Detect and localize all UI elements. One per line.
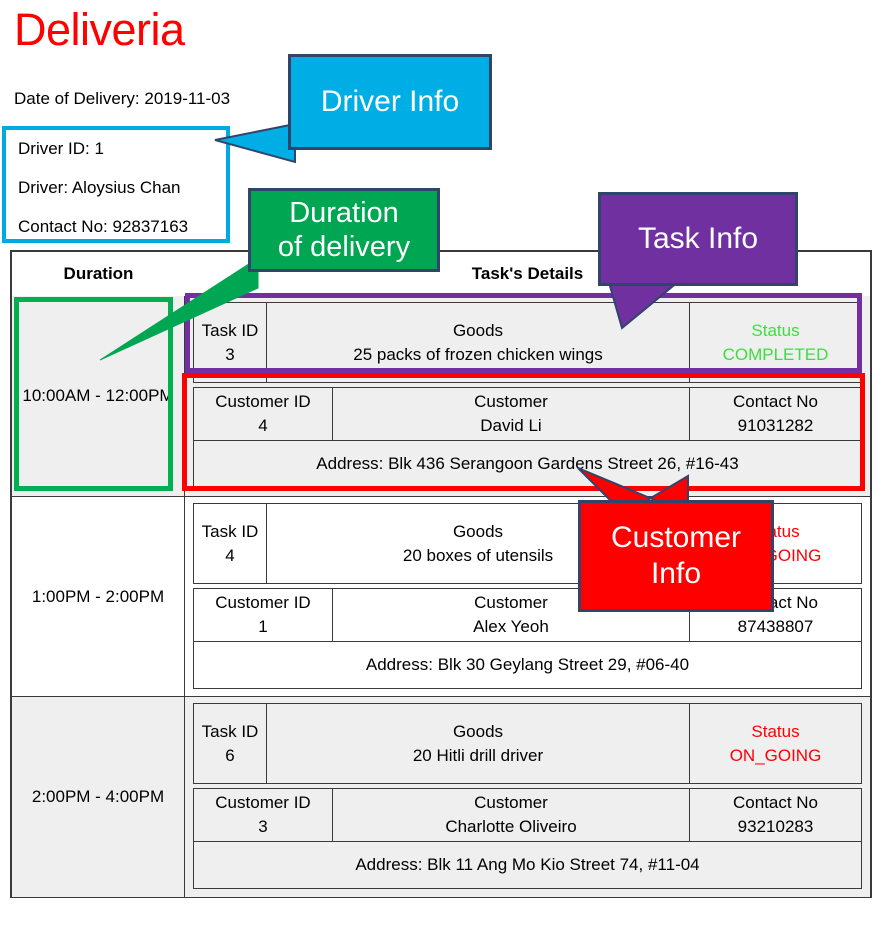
customer-value: Charlotte Oliveiro xyxy=(445,817,577,836)
customer-subtable: Customer ID 3 Customer Charlotte Oliveir… xyxy=(193,788,862,889)
customer-header: Customer xyxy=(474,593,548,612)
callout-task-info: Task Info xyxy=(598,192,798,286)
customer-value: Alex Yeoh xyxy=(473,617,549,636)
page-title: Deliveria xyxy=(14,4,185,55)
customer-subtable-row: Customer ID 4 Customer David Li Contact … xyxy=(194,388,861,440)
status-badge: COMPLETED xyxy=(722,344,829,364)
customer-address-row: Address: Blk 30 Geylang Street 29, #06-4… xyxy=(194,641,861,688)
duration-cell: 1:00PM - 2:00PM xyxy=(12,497,185,697)
customer-id-value: 1 xyxy=(258,617,268,636)
customer-subtable-row: Customer ID 3 Customer Charlotte Oliveir… xyxy=(194,789,861,841)
task-details-wrap: Task ID 3 Goods 25 packs of frozen chick… xyxy=(185,296,870,496)
duration-callout-tail xyxy=(99,257,259,361)
contact-no-header: Contact No xyxy=(732,392,819,411)
customer-contact-cell: Contact No 93210283 xyxy=(689,789,861,841)
callout-customer-info-line1: Customer xyxy=(610,521,742,554)
goods-value: 20 Hitli drill driver xyxy=(412,745,544,765)
task-subtable: Task ID 3 Goods 25 packs of frozen chick… xyxy=(193,302,862,383)
customer-name-cell: Customer David Li xyxy=(332,388,689,440)
customer-address-row: Address: Blk 11 Ang Mo Kio Street 74, #1… xyxy=(194,841,861,888)
duration-cell: 2:00PM - 4:00PM xyxy=(12,697,185,897)
goods-header: Goods xyxy=(452,320,504,340)
status-cell: Status COMPLETED xyxy=(689,303,861,382)
driver-info-block: Driver ID: 1 Driver: Aloysius Chan Conta… xyxy=(2,126,230,243)
goods-cell: Goods 20 Hitli drill driver xyxy=(266,704,689,783)
contact-no-value: 91031282 xyxy=(737,416,814,435)
task-details-wrap: Task ID 6 Goods 20 Hitli drill driver St… xyxy=(185,697,870,897)
goods-value: 25 packs of frozen chicken wings xyxy=(353,344,603,364)
callout-duration: Duration of delivery xyxy=(248,188,440,272)
status-badge: ON_GOING xyxy=(729,745,822,765)
task-subtable-row: Task ID 3 Goods 25 packs of frozen chick… xyxy=(194,303,861,382)
goods-header: Goods xyxy=(452,721,504,741)
driver-contact-label: Contact No: 92837163 xyxy=(18,217,189,236)
customer-address-row: Address: Blk 436 Serangoon Gardens Stree… xyxy=(194,440,861,487)
customer-id-header: Customer ID xyxy=(215,593,311,612)
driver-name-label: Driver: Aloysius Chan xyxy=(18,178,181,197)
customer-contact-cell: Contact No 91031282 xyxy=(689,388,861,440)
customer-id-cell: Customer ID 4 xyxy=(194,388,332,440)
address-value: Address: Blk 436 Serangoon Gardens Stree… xyxy=(316,454,739,473)
goods-value: 20 boxes of utensils xyxy=(402,545,554,565)
customer-id-cell: Customer ID 3 xyxy=(194,789,332,841)
address-value: Address: Blk 30 Geylang Street 29, #06-4… xyxy=(365,655,690,674)
task-id-cell: Task ID 4 xyxy=(194,504,266,583)
task-id-header: Task ID xyxy=(201,721,259,741)
task-id-value: 6 xyxy=(225,745,235,765)
status-header: Status xyxy=(751,320,800,340)
callout-duration-line2: of delivery xyxy=(277,231,411,263)
customer-header: Customer xyxy=(474,392,548,411)
status-header: Status xyxy=(751,721,800,741)
contact-no-value: 93210283 xyxy=(737,817,814,836)
callout-task-info-label: Task Info xyxy=(637,222,759,255)
delivery-date-label: Date of Delivery: 2019-11-03 xyxy=(14,89,231,108)
customer-id-header: Customer ID xyxy=(215,793,311,812)
customer-header: Customer xyxy=(474,793,548,812)
callout-duration-line1: Duration xyxy=(289,197,399,229)
task-subtable: Task ID 6 Goods 20 Hitli drill driver St… xyxy=(193,703,862,784)
task-id-header: Task ID xyxy=(201,521,259,541)
address-value: Address: Blk 11 Ang Mo Kio Street 74, #1… xyxy=(355,855,700,874)
callout-driver-info: Driver Info xyxy=(288,54,492,150)
customer-subtable: Customer ID 4 Customer David Li Contact … xyxy=(193,387,862,488)
callout-customer-info: Customer Info xyxy=(578,500,774,612)
customer-id-cell: Customer ID 1 xyxy=(194,589,332,641)
task-id-cell: Task ID 6 xyxy=(194,704,266,783)
customer-name-cell: Customer Charlotte Oliveiro xyxy=(332,789,689,841)
goods-header: Goods xyxy=(452,521,504,541)
contact-no-value: 87438807 xyxy=(737,617,814,636)
callout-driver-info-label: Driver Info xyxy=(320,85,460,118)
customer-id-value: 3 xyxy=(258,817,268,836)
contact-no-header: Contact No xyxy=(732,793,819,812)
table-row: 2:00PM - 4:00PM Task ID 6 Goods 20 Hitli… xyxy=(12,696,870,897)
status-cell: Status ON_GOING xyxy=(689,704,861,783)
customer-value: David Li xyxy=(480,416,542,435)
driver-id-label: Driver ID: 1 xyxy=(18,139,104,158)
customer-id-value: 4 xyxy=(258,416,268,435)
task-subtable-row: Task ID 6 Goods 20 Hitli drill driver St… xyxy=(194,704,861,783)
task-id-value: 4 xyxy=(225,545,235,565)
callout-customer-info-line2: Info xyxy=(650,557,702,590)
customer-id-header: Customer ID xyxy=(215,392,311,411)
